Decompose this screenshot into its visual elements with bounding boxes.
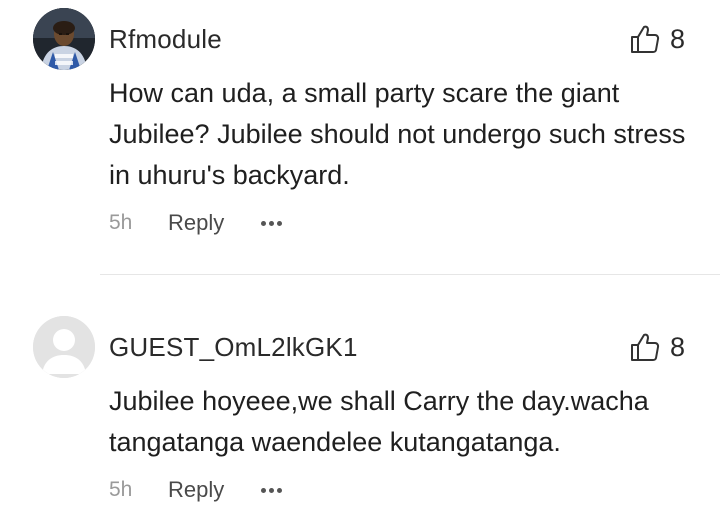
like-button[interactable]: 8 — [630, 331, 685, 363]
comment-text: Jubilee hoyeee,we shall Carry the day.wa… — [109, 386, 649, 457]
avatar[interactable] — [33, 316, 95, 378]
user-photo-icon — [33, 8, 95, 70]
timestamp: 5h — [109, 478, 133, 501]
comment-item: GUEST_OmL2lkGK1 8 Jubilee hoyeee,we shal… — [0, 275, 720, 521]
more-dots-icon[interactable] — [261, 220, 282, 226]
dot — [277, 220, 282, 226]
username[interactable]: Rfmodule — [109, 24, 222, 55]
comment-text: How can uda, a small party scare the gia… — [109, 78, 686, 190]
avatar[interactable] — [33, 8, 95, 70]
more-dots-icon[interactable] — [261, 487, 282, 493]
comment-meta: 5h Reply — [109, 208, 282, 238]
like-count: 8 — [670, 23, 686, 54]
dot — [277, 487, 282, 493]
timestamp: 5h — [109, 211, 133, 234]
comment-item: Rfmodule 8 How can uda, a small party sc… — [0, 0, 720, 274]
thumbs-up-icon — [631, 25, 660, 53]
comment-meta: 5h Reply — [109, 475, 282, 505]
default-avatar-icon — [33, 316, 95, 378]
thumbs-up-icon — [631, 333, 660, 361]
reply-button[interactable]: Reply — [168, 477, 261, 503]
reply-button[interactable]: Reply — [168, 210, 261, 236]
like-count: 8 — [670, 331, 686, 362]
dot — [261, 220, 266, 226]
dot — [269, 220, 274, 226]
like-button[interactable]: 8 — [630, 23, 685, 55]
dot — [261, 487, 266, 493]
username[interactable]: GUEST_OmL2lkGK1 — [109, 332, 358, 363]
dot — [269, 487, 274, 493]
